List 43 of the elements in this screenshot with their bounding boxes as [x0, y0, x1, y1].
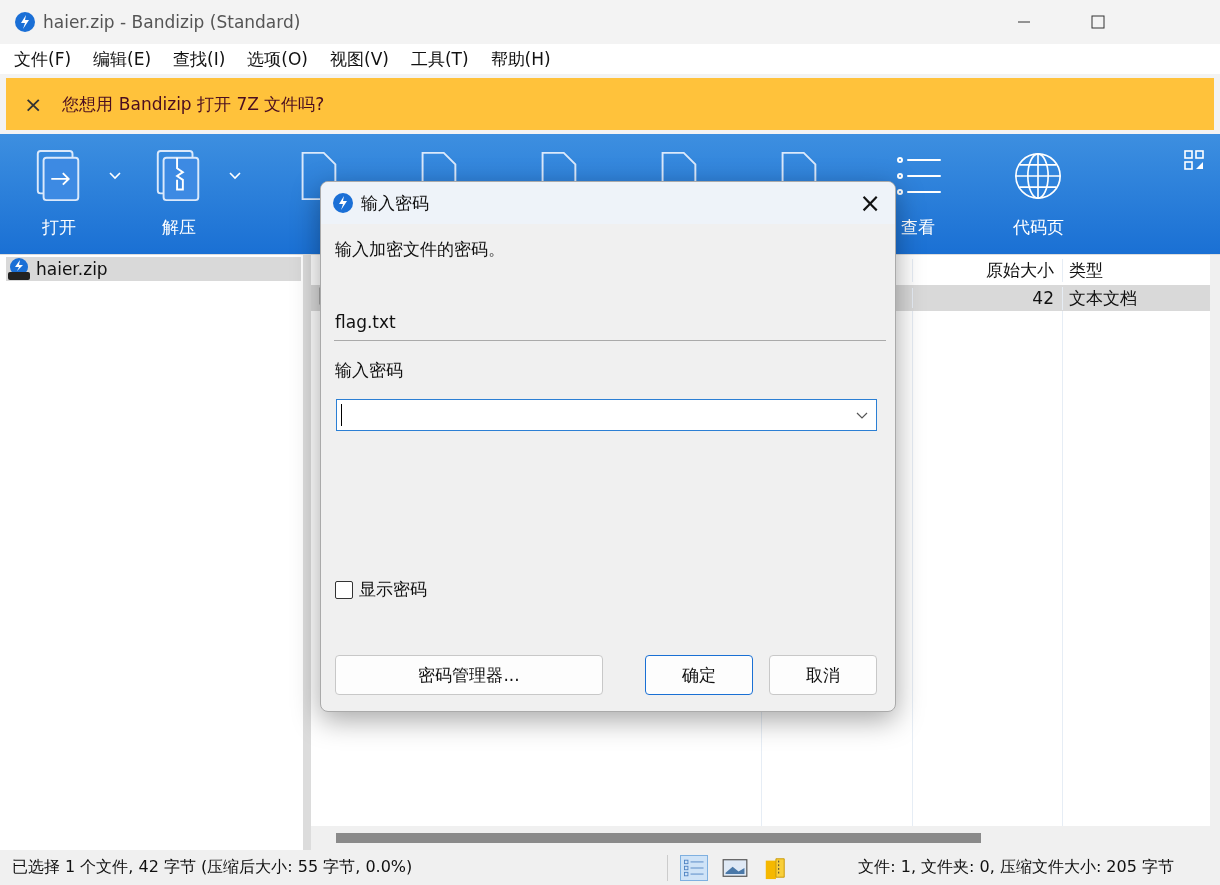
column-header[interactable]: 类型 [1062, 258, 1210, 282]
menu-item[interactable]: 视图(V) [322, 47, 397, 71]
caret-icon[interactable] [229, 172, 241, 180]
dialog-button[interactable]: 确定 [645, 655, 753, 695]
notification-text: 您想用 Bandizip 打开 7Z 文件吗? [62, 92, 325, 116]
table-cell: 42 [912, 288, 1062, 308]
caret-icon[interactable] [109, 172, 121, 180]
toolbar-icon[interactable] [35, 148, 121, 204]
column-header[interactable]: 原始大小 [912, 258, 1062, 282]
toolbar-button[interactable]: 解压 [162, 216, 196, 239]
file-name: flag.txt [335, 312, 397, 334]
window-title: haier.zip - Bandizip (Standard) [43, 12, 301, 32]
status-text: 已选择 1 个文件, 42 字节 (压缩后大小: 55 字节, 0.0%) [12, 857, 414, 878]
toolbar-button[interactable]: 打开 [42, 216, 76, 239]
manager-button[interactable]: 密码管理器... [335, 655, 603, 695]
menu-item[interactable]: 编辑(E) [85, 47, 160, 71]
menu-item[interactable]: 帮助(H) [482, 47, 559, 71]
toolbar-icon[interactable] [155, 148, 241, 204]
checkbox-label[interactable]: 显示密码 [359, 578, 427, 601]
dialog-button[interactable]: 取消 [769, 655, 877, 695]
grid-icon[interactable] [1184, 150, 1204, 170]
close-button[interactable]: × [859, 190, 881, 216]
maximize-icon[interactable] [1091, 15, 1105, 29]
zip-archive-icon [8, 258, 30, 280]
app-logo-icon [15, 12, 35, 32]
field-label: 输入密码 [335, 359, 404, 382]
dialog-message: 输入加密文件的密码。 [335, 238, 506, 261]
status-text: 文件: 1, 文件夹: 0, 压缩文件大小: 205 字节 [858, 857, 1174, 878]
dialog-title: 输入密码 [361, 191, 429, 215]
details-view-icon[interactable] [680, 854, 708, 881]
app-logo-icon [333, 193, 353, 213]
password-field[interactable] [336, 399, 877, 431]
toolbar-button[interactable]: 查看 [901, 216, 935, 239]
toolbar-button[interactable]: 代码页 [1012, 216, 1064, 239]
menu-item[interactable]: 文件(F) [6, 47, 80, 71]
menu-item[interactable]: 工具(T) [402, 47, 477, 71]
menu-item[interactable]: 查找(I) [165, 47, 234, 71]
menu-item[interactable]: 选项(O) [239, 47, 316, 71]
table-cell: 文本文档 [1062, 286, 1210, 310]
tree-item[interactable]: haier.zip [6, 257, 301, 281]
close-button[interactable]: × [24, 91, 43, 117]
scrollbar-thumb[interactable] [336, 833, 981, 843]
checkbox[interactable] [335, 580, 353, 599]
